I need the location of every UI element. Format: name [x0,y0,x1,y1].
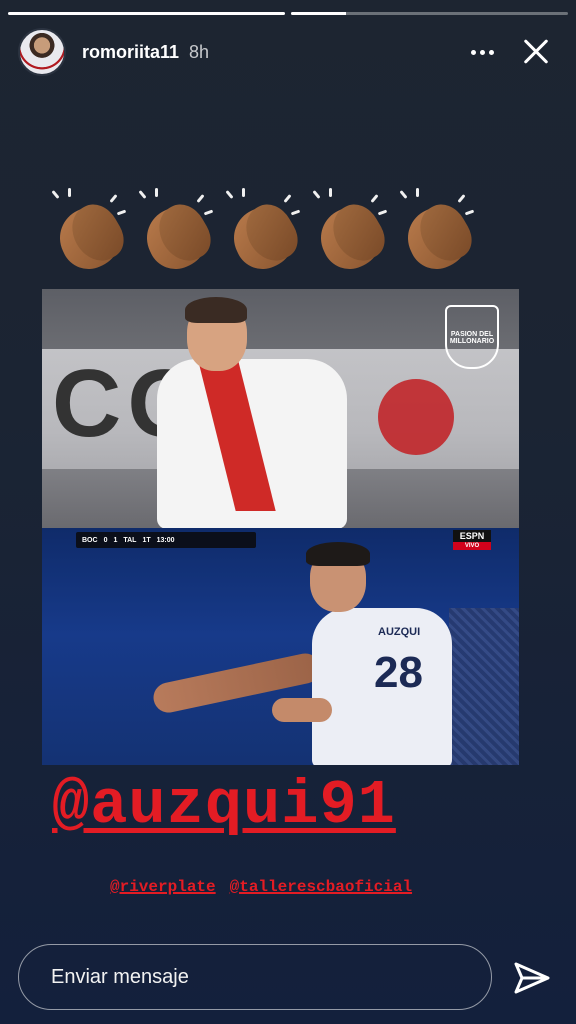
send-icon[interactable] [512,958,552,998]
more-options-icon[interactable] [462,32,502,72]
player-river [157,297,347,528]
tag-tallerescbaoficial[interactable]: @tallerescbaoficial [230,878,412,896]
clapping-hands-icon [222,188,306,278]
clapping-hands-emojis [48,188,480,278]
story-progress [8,12,568,15]
scorebug-half: 1T [142,536,151,544]
talleres-player-photo: BOC 0 1 TAL 1T 13:00 ESPN VIVO 28 AUZQUI [42,528,519,765]
close-icon[interactable] [512,28,560,76]
avatar[interactable] [18,28,66,76]
scorebug-home-score: 0 [103,536,108,544]
scorebug-home: BOC [82,536,98,544]
scorebug-away: TAL [123,536,137,544]
send-message-input[interactable]: Enviar mensaje [18,944,492,1010]
progress-segment-2 [291,12,568,15]
pasion-logo-text: PASION DEL MILLONARIO [449,331,495,345]
scorebug: BOC 0 1 TAL 1T 13:00 [76,532,256,548]
tag-list: @riverplate @tallerescbaoficial [110,878,412,896]
player-talleres: 28 AUZQUI [150,542,452,765]
progress-segment-1 [8,12,285,15]
espn-label: ESPN [459,531,485,541]
clapping-hands-icon [309,188,393,278]
espn-logo: ESPN VIVO [453,530,491,550]
clapping-hands-icon [135,188,219,278]
pasion-logo: PASION DEL MILLONARIO [445,305,499,369]
story-header: romoriita11 8h [18,26,560,78]
mention-auzqui91[interactable]: @auzqui91 [52,770,396,841]
tag-riverplate[interactable]: @riverplate [110,878,216,896]
post-time: 8h [189,41,210,62]
jersey-number: 28 [374,648,423,697]
username[interactable]: romoriita11 [82,42,179,63]
river-player-photo: CO PASION DEL MILLONARIO [42,289,519,528]
scorebug-clock: 13:00 [156,536,175,544]
clapping-hands-icon [48,188,132,278]
scorebug-away-score: 1 [113,536,118,544]
espn-live: VIVO [453,542,491,550]
jersey-name: AUZQUI [378,626,421,638]
send-message-placeholder: Enviar mensaje [51,965,189,988]
clapping-hands-icon [396,188,480,278]
